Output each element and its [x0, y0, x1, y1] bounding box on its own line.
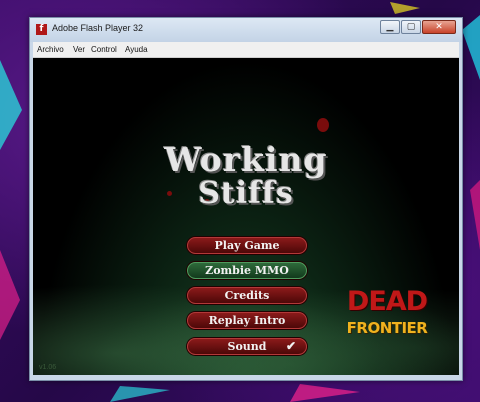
maximize-icon: ▢ [406, 22, 416, 32]
minimize-icon: ▁ [386, 22, 394, 32]
game-logo-line1: Working [164, 140, 328, 179]
menu-bar: Archivo Ver Control Ayuda [33, 42, 459, 58]
menu-archivo[interactable]: Archivo [37, 45, 64, 54]
menu-control[interactable]: Control [91, 45, 117, 54]
play-game-button[interactable]: Play Game [187, 237, 307, 254]
flash-app-icon: f [36, 24, 47, 35]
version-label: v1.06 [39, 364, 57, 371]
menu-ayuda[interactable]: Ayuda [125, 45, 148, 54]
title-bar[interactable]: f Adobe Flash Player 32 ▁ ▢ ✕ [30, 18, 462, 42]
brand-frontier: FRONTIER [346, 319, 428, 337]
replay-intro-button[interactable]: Replay Intro [187, 312, 307, 329]
window-title: Adobe Flash Player 32 [52, 23, 144, 33]
menu-ver[interactable]: Ver [73, 45, 85, 54]
blood-splatter [317, 118, 329, 132]
flash-player-window: f Adobe Flash Player 32 ▁ ▢ ✕ Archivo Ve… [29, 17, 463, 381]
brand-dead: DEAD [346, 286, 428, 317]
game-stage[interactable]: Working Stiffs Play Game Zombie MMO Cred… [33, 58, 459, 375]
credits-button[interactable]: Credits [187, 287, 307, 304]
game-logo-line2: Stiffs [198, 176, 294, 211]
maximize-button[interactable]: ▢ [401, 20, 421, 34]
zombie-mmo-button[interactable]: Zombie MMO [187, 262, 307, 279]
dead-frontier-logo[interactable]: DEAD FRONTIER [345, 286, 429, 342]
close-icon: ✕ [435, 22, 443, 32]
sound-toggle-button[interactable]: Sound ✔ [187, 338, 307, 355]
checkmark-icon: ✔ [285, 339, 296, 353]
close-button[interactable]: ✕ [422, 20, 456, 34]
minimize-button[interactable]: ▁ [380, 20, 400, 34]
sound-label: Sound [227, 340, 267, 353]
